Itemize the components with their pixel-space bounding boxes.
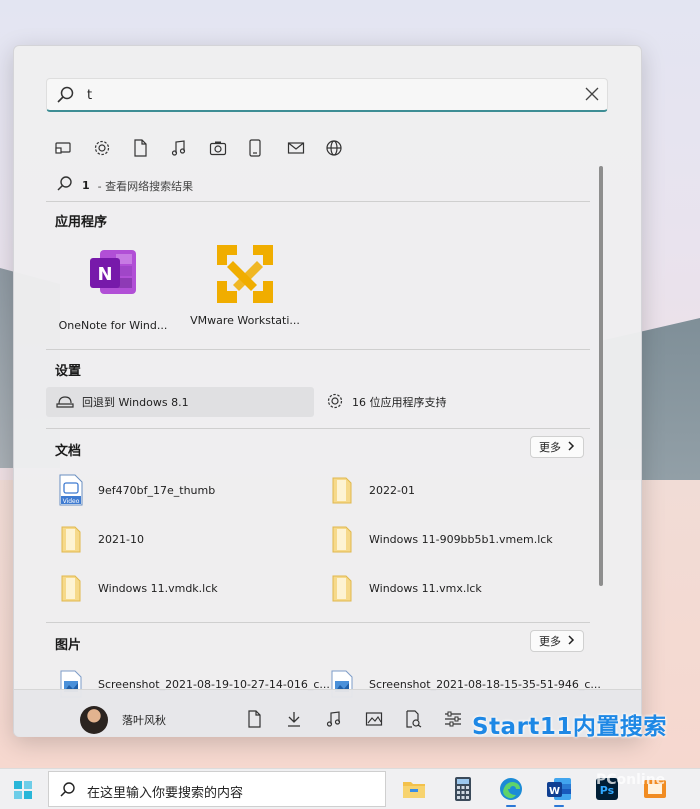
search-icon xyxy=(56,175,74,196)
video-file-icon: Video xyxy=(58,474,84,506)
documents-filter-icon[interactable] xyxy=(132,138,171,158)
edge-icon[interactable] xyxy=(497,775,525,807)
folder-icon xyxy=(329,523,355,555)
watermark: PConline xyxy=(596,772,666,788)
app-tile-onenote[interactable]: N OneNote for Wind... xyxy=(48,246,178,332)
web-filter-icon[interactable] xyxy=(325,138,364,158)
calculator-icon[interactable] xyxy=(449,775,477,803)
downloads-icon[interactable] xyxy=(286,708,326,730)
search-query-text: t xyxy=(87,88,93,103)
apps-section-header: 应用程序 xyxy=(55,215,108,230)
document-item[interactable]: Windows 11.vmdk.lck xyxy=(58,572,218,604)
music-icon[interactable] xyxy=(325,708,365,730)
folder-icon xyxy=(58,572,84,604)
search-icon xyxy=(59,781,77,802)
more-label: 更多 xyxy=(539,441,561,454)
app-label: OneNote for Wind... xyxy=(58,319,168,332)
music-filter-icon[interactable] xyxy=(170,138,209,158)
file-explorer-icon[interactable] xyxy=(400,775,428,803)
folder-icon xyxy=(329,572,355,604)
setting-item-recovery[interactable]: 回退到 Windows 8.1 xyxy=(46,387,314,417)
avatar[interactable] xyxy=(80,706,108,734)
chevron-right-icon xyxy=(567,634,575,648)
documents-icon[interactable] xyxy=(246,708,286,730)
start-search-panel: t 1 - 查看网络搜索结果 应用程序 N OneNote for Wind..… xyxy=(13,45,642,737)
word-icon[interactable]: W xyxy=(545,775,573,807)
mail-filter-icon[interactable] xyxy=(287,138,326,158)
search-filter-bar xyxy=(54,138,364,158)
documents-section-header: 文档 xyxy=(55,444,82,459)
vmware-icon xyxy=(217,245,273,303)
divider xyxy=(46,622,590,623)
onenote-icon: N xyxy=(90,250,136,294)
document-item[interactable]: 2021-10 xyxy=(58,523,144,555)
taskbar-search-placeholder: 在这里输入你要搜索的内容 xyxy=(87,786,244,801)
document-label: Windows 11.vmx.lck xyxy=(369,581,482,595)
apps-filter-icon[interactable] xyxy=(54,138,93,158)
photos-filter-icon[interactable] xyxy=(209,138,248,158)
start-icon xyxy=(14,781,32,799)
devices-filter-icon[interactable] xyxy=(248,138,287,158)
start-button[interactable] xyxy=(13,780,33,800)
user-name[interactable]: 落叶风秋 xyxy=(122,712,166,728)
svg-text:W: W xyxy=(549,786,560,797)
divider xyxy=(46,349,590,350)
web-search-suggestion[interactable]: 1 - 查看网络搜索结果 xyxy=(56,175,193,196)
more-label: 更多 xyxy=(539,635,561,648)
folder-icon xyxy=(329,474,355,506)
app-tile-vmware[interactable]: VMware Workstati... xyxy=(180,241,310,327)
document-item[interactable]: Video 9ef470bf_17e_thumb xyxy=(58,474,215,506)
pictures-icon[interactable] xyxy=(365,708,405,730)
svg-text:N: N xyxy=(97,264,112,285)
settings-section-header: 设置 xyxy=(55,364,82,379)
pictures-section-header: 图片 xyxy=(55,638,82,653)
search-icon xyxy=(56,85,76,108)
chevron-right-icon xyxy=(567,440,575,454)
document-item[interactable]: Windows 11-909bb5b1.vmem.lck xyxy=(329,523,553,555)
web-search-label: - 查看网络搜索结果 xyxy=(97,179,194,193)
setting-label: 回退到 Windows 8.1 xyxy=(82,396,189,409)
document-label: Windows 11-909bb5b1.vmem.lck xyxy=(369,532,553,546)
recovery-icon xyxy=(56,393,74,412)
document-label: Windows 11.vmdk.lck xyxy=(98,581,218,595)
footer-shortcuts xyxy=(246,708,483,730)
pictures-more-button[interactable]: 更多 xyxy=(530,630,584,652)
document-item[interactable]: Windows 11.vmx.lck xyxy=(329,572,482,604)
scrollbar[interactable] xyxy=(599,166,603,586)
setting-label: 16 位应用程序支持 xyxy=(352,396,447,409)
settings-filter-icon[interactable] xyxy=(93,138,132,158)
overlay-caption: Start11内置搜索 xyxy=(472,714,667,740)
svg-text:Video: Video xyxy=(63,498,80,505)
document-label: 2022-01 xyxy=(369,483,415,497)
close-icon[interactable] xyxy=(584,86,600,105)
document-label: 9ef470bf_17e_thumb xyxy=(98,483,216,497)
divider xyxy=(46,428,590,429)
explorer-icon[interactable] xyxy=(404,708,444,730)
search-input[interactable]: t xyxy=(46,78,608,112)
taskbar: 在这里输入你要搜索的内容 W Ps xyxy=(0,768,700,809)
active-indicator xyxy=(554,805,564,807)
folder-icon xyxy=(58,523,84,555)
taskbar-search-box[interactable]: 在这里输入你要搜索的内容 xyxy=(48,771,386,807)
setting-item-16bit[interactable]: 16 位应用程序支持 xyxy=(326,387,526,417)
gear-icon xyxy=(326,392,344,413)
active-indicator xyxy=(506,805,516,807)
documents-more-button[interactable]: 更多 xyxy=(530,436,584,458)
app-label: VMware Workstati... xyxy=(190,314,300,327)
divider xyxy=(46,201,590,202)
document-item[interactable]: 2022-01 xyxy=(329,474,415,506)
web-search-query: 1 xyxy=(82,179,90,192)
document-label: 2021-10 xyxy=(98,532,144,546)
